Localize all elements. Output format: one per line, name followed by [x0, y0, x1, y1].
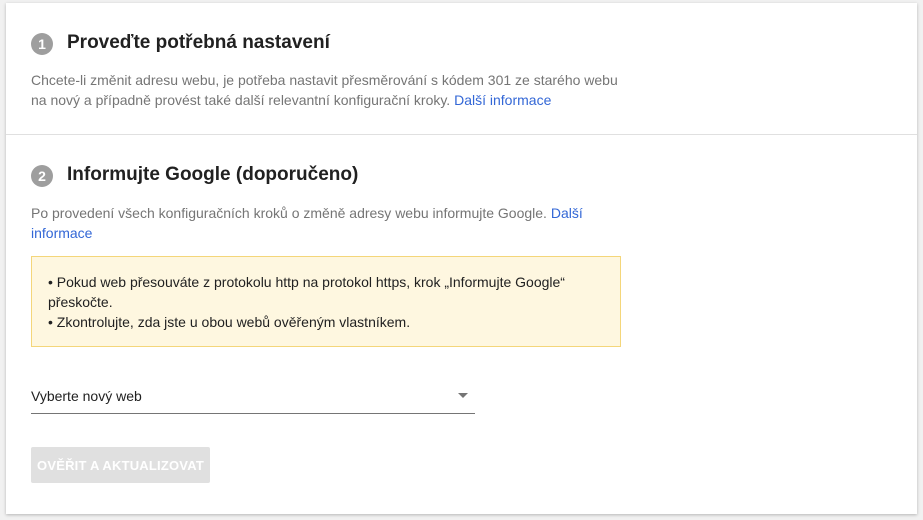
step-1-learn-more-link[interactable]: Další informace — [454, 92, 551, 108]
https-notice-box: • Pokud web přesouváte z protokolu http … — [31, 256, 621, 347]
notice-item-ownership: • Zkontrolujte, zda jste u obou webů ově… — [48, 314, 411, 330]
verify-and-update-button[interactable]: OVĚŘIT A AKTUALIZOVAT — [31, 447, 210, 483]
new-site-select-label: Vyberte nový web — [31, 388, 142, 404]
new-site-select[interactable]: Vyberte nový web — [31, 383, 475, 414]
step-2-title: Informujte Google (doporučeno) — [67, 164, 359, 185]
change-of-address-card: 1 Proveďte potřebná nastavení Chcete-li … — [6, 3, 917, 514]
step-2-number: 2 — [31, 165, 53, 187]
step-1-description: Chcete-li změnit adresu webu, je potřeba… — [31, 70, 631, 110]
caret-down-icon — [458, 393, 468, 398]
step-1-number: 1 — [31, 33, 53, 55]
step-2-description: Po provedení všech konfiguračních kroků … — [31, 203, 631, 243]
step-2-description-text: Po provedení všech konfiguračních kroků … — [31, 205, 547, 221]
notice-item-https: • Pokud web přesouváte z protokolu http … — [48, 274, 565, 310]
step-1-title: Proveďte potřebná nastavení — [67, 32, 330, 53]
step-1-section: 1 Proveďte potřebná nastavení Chcete-li … — [6, 3, 917, 135]
